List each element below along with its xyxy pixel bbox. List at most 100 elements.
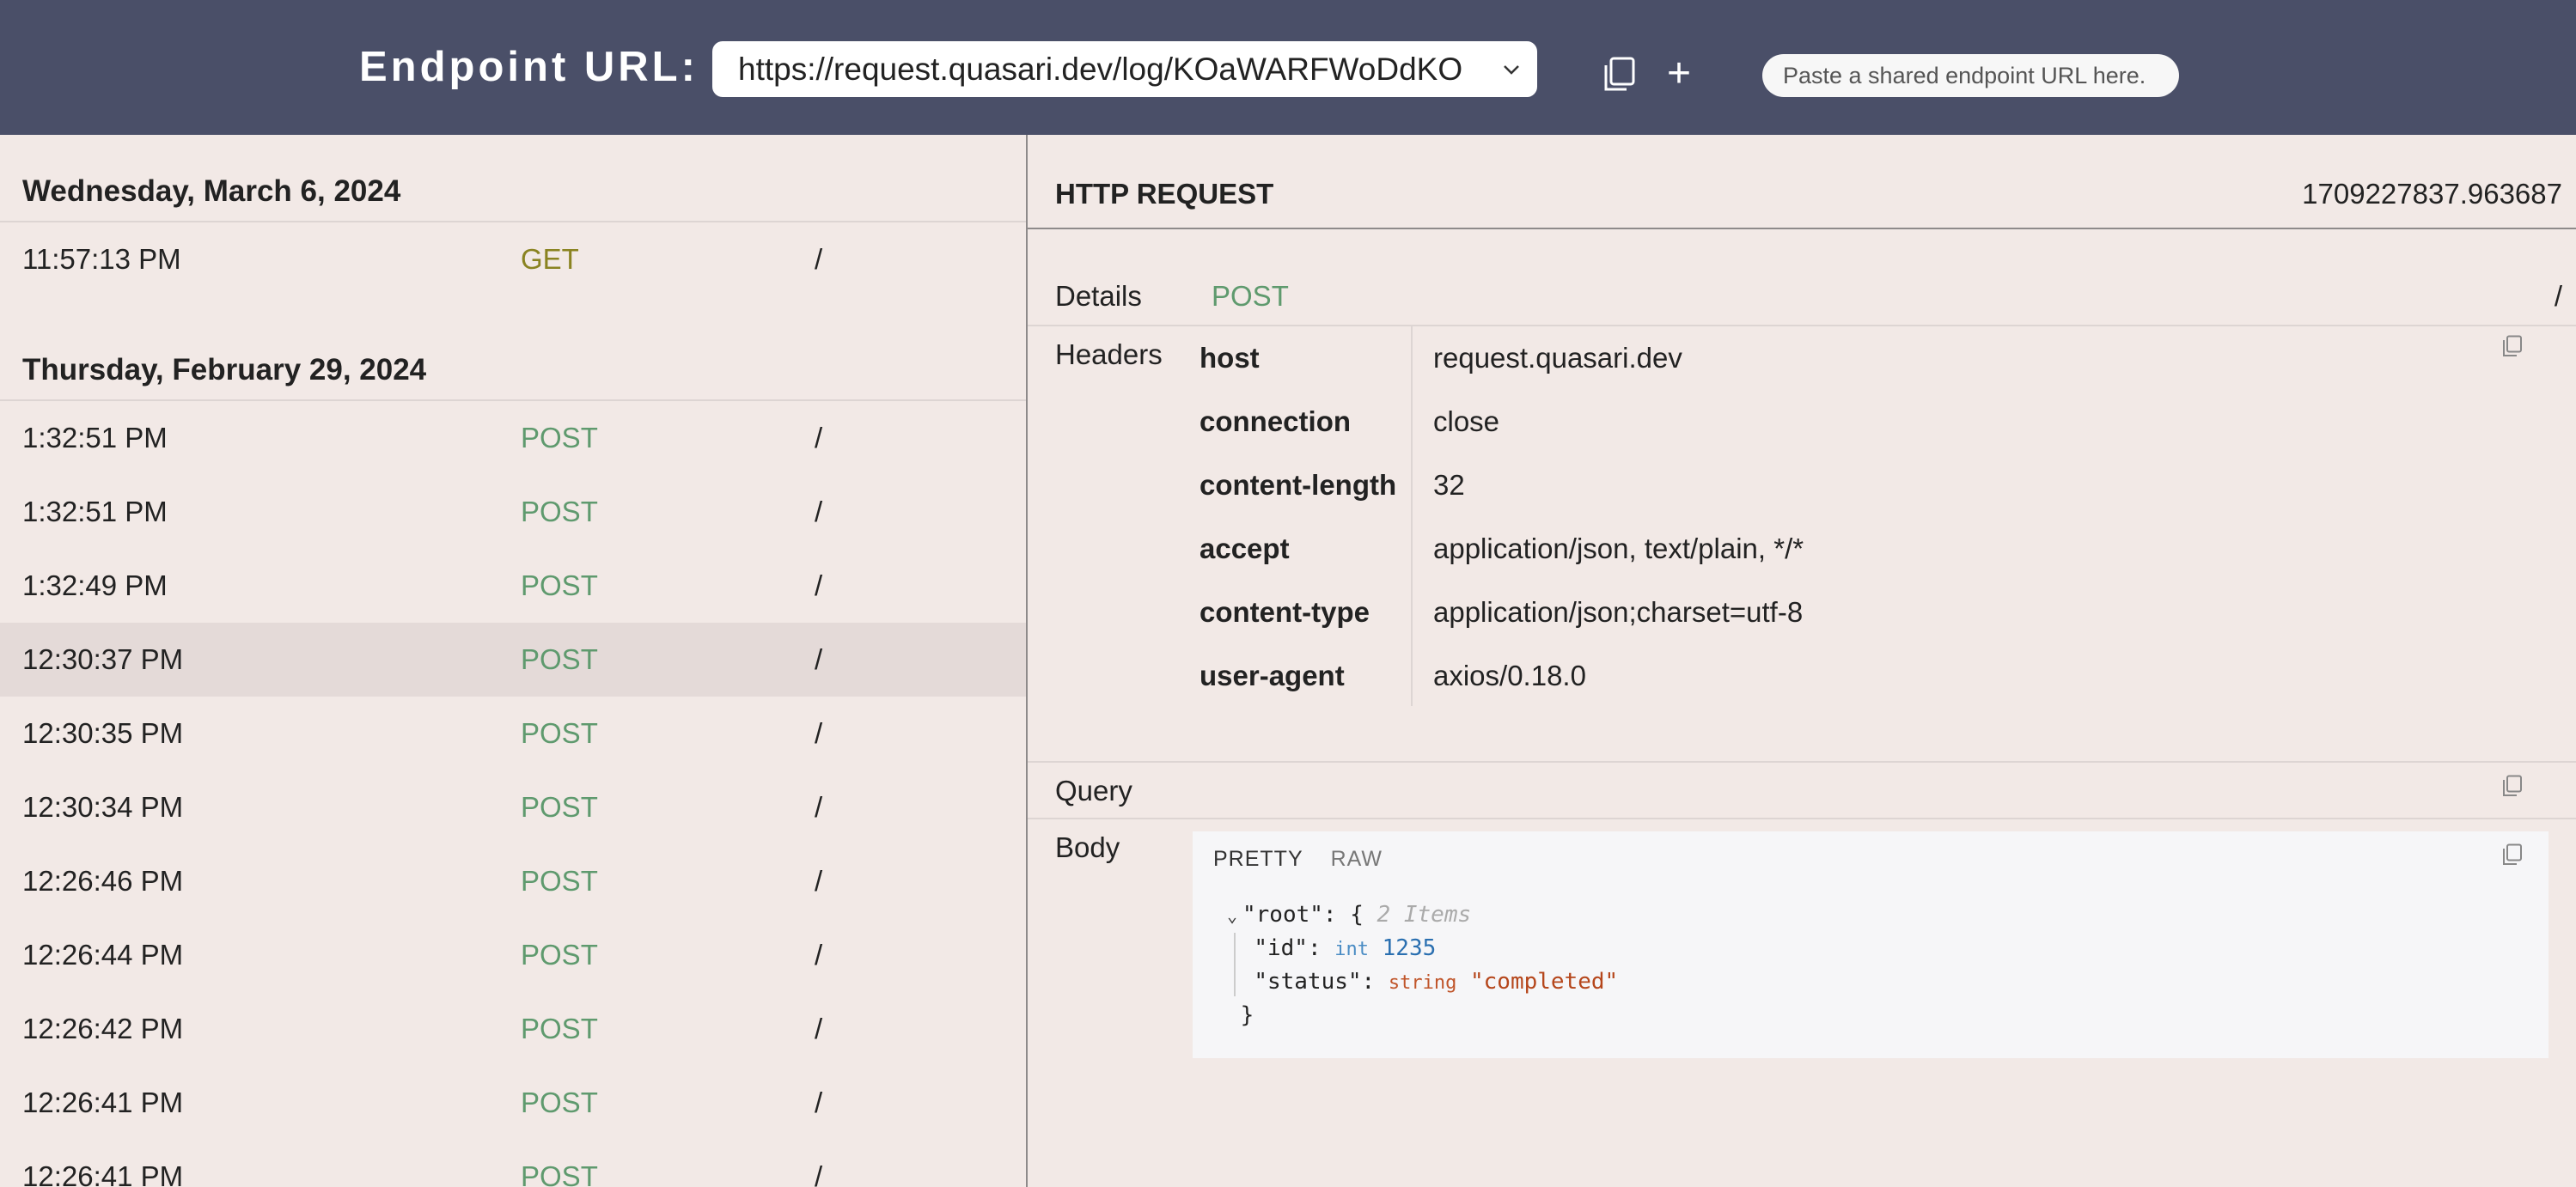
header-value: axios/0.18.0 <box>1433 660 1586 691</box>
headers-section: Headers host request.quasari.dev connectio… <box>1028 326 2576 763</box>
request-path: / <box>815 496 823 527</box>
request-time: 1:32:51 PM <box>22 496 168 527</box>
header-value: 32 <box>1433 469 1465 501</box>
request-detail: HTTP REQUEST 1709227837.963687 Details P… <box>1028 135 2576 1187</box>
copy-icon <box>2503 775 2522 796</box>
request-path: / <box>815 865 823 897</box>
header-row: accept application/json, text/plain, */* <box>1028 517 2488 581</box>
header-key: accept <box>1199 533 1290 564</box>
copy-icon <box>2503 843 2522 865</box>
request-path: / <box>815 643 823 675</box>
header-row: connection close <box>1028 390 2488 453</box>
body-tabs: PRETTY RAW <box>1213 847 1383 872</box>
request-row[interactable]: 12:30:37 PM POST / <box>0 623 1026 697</box>
top-bar: Endpoint URL: https://request.quasari.de… <box>0 0 2576 135</box>
chevron-down-icon <box>1499 58 1523 82</box>
request-row[interactable]: 11:57:13 PM GET / <box>0 222 1026 296</box>
request-time: 12:26:46 PM <box>22 865 184 897</box>
request-row[interactable]: 12:30:34 PM POST / <box>0 770 1026 844</box>
request-method: GET <box>521 243 579 275</box>
tab-raw[interactable]: RAW <box>1331 847 1383 872</box>
add-endpoint-button[interactable]: + <box>1664 53 1694 94</box>
copy-query-button[interactable] <box>2502 775 2523 797</box>
collapse-caret-icon[interactable]: ⌄ <box>1227 899 1242 933</box>
request-method: POST <box>521 1013 598 1044</box>
shared-url-input[interactable] <box>1762 54 2179 97</box>
detail-title: HTTP REQUEST <box>1055 178 1274 210</box>
copy-headers-button[interactable] <box>2502 335 2523 357</box>
request-time: 1:32:49 PM <box>22 569 168 601</box>
json-type: int <box>1334 939 1369 960</box>
request-time: 12:26:42 PM <box>22 1013 184 1044</box>
body-section: Body PRETTY RAW ⌄ "root": { 2 Items "id":… <box>1028 819 2576 1187</box>
request-path: / <box>815 1160 823 1187</box>
request-time: 11:57:13 PM <box>22 243 181 275</box>
date-group-label: Thursday, February 29, 2024 <box>22 353 427 387</box>
copy-body-button[interactable] <box>2502 843 2523 866</box>
tab-pretty[interactable]: PRETTY <box>1213 847 1303 872</box>
request-row[interactable]: 1:32:49 PM POST / <box>0 549 1026 623</box>
body-label: Body <box>1055 831 1120 863</box>
header-value: application/json, text/plain, */* <box>1433 533 1804 564</box>
json-close-line: } <box>1240 1002 1254 1028</box>
body-viewer: PRETTY RAW ⌄ "root": { 2 Items "id": int … <box>1193 831 2549 1058</box>
json-field-line: "status": string "completed" <box>1254 969 1619 995</box>
request-list: Wednesday, March 6, 2024 11:57:13 PM GET / T… <box>0 135 1026 1187</box>
json-key: "root" <box>1242 902 1323 928</box>
header-row: content-type application/json;charset=utf… <box>1028 581 2488 644</box>
request-row[interactable]: 1:32:51 PM POST / <box>0 475 1026 549</box>
request-time: 12:26:41 PM <box>22 1160 184 1187</box>
request-row[interactable]: 12:26:41 PM POST / <box>0 1140 1026 1187</box>
detail-header: HTTP REQUEST 1709227837.963687 <box>1028 135 2576 229</box>
request-time: 12:30:37 PM <box>22 643 184 675</box>
detail-method: POST <box>1212 280 1289 312</box>
request-row[interactable]: 12:26:42 PM POST / <box>0 992 1026 1066</box>
json-field-line: "id": int 1235 <box>1254 935 1437 961</box>
request-path: / <box>815 939 823 971</box>
request-method: POST <box>521 1087 598 1118</box>
query-section: Query <box>1028 763 2576 819</box>
request-time: 12:30:35 PM <box>22 717 184 749</box>
request-row[interactable]: 12:26:46 PM POST / <box>0 844 1026 918</box>
request-path: / <box>815 1087 823 1118</box>
json-root-line[interactable]: ⌄ "root": { 2 Items <box>1227 898 1618 932</box>
date-group-header: Wednesday, March 6, 2024 <box>0 135 1026 222</box>
request-time: 12:26:41 PM <box>22 1087 184 1118</box>
json-tree: ⌄ "root": { 2 Items "id": int 1235 "statu… <box>1227 898 1618 1032</box>
query-label: Query <box>1055 775 1132 807</box>
request-path: / <box>815 717 823 749</box>
json-value: "completed" <box>1470 969 1619 995</box>
json-item-count: 2 Items <box>1377 902 1472 928</box>
request-path: / <box>815 422 823 453</box>
header-key: content-type <box>1199 596 1370 628</box>
request-timestamp: 1709227837.963687 <box>2302 178 2562 210</box>
endpoint-url-value: https://request.quasari.dev/log/KOaWARFW… <box>738 51 1463 87</box>
request-row[interactable]: 12:26:41 PM POST / <box>0 1066 1026 1140</box>
header-key: user-agent <box>1199 660 1345 691</box>
request-time: 12:30:34 PM <box>22 791 184 823</box>
copy-url-button[interactable] <box>1602 57 1637 93</box>
request-row[interactable]: 12:26:44 PM POST / <box>0 918 1026 992</box>
header-key: content-length <box>1199 469 1397 501</box>
request-method: POST <box>521 791 598 823</box>
request-row[interactable]: 1:32:51 PM POST / <box>0 401 1026 475</box>
request-time: 1:32:51 PM <box>22 422 168 453</box>
request-method: POST <box>521 422 598 453</box>
request-method: POST <box>521 865 598 897</box>
header-value: application/json;charset=utf-8 <box>1433 596 1804 628</box>
json-type: string <box>1388 972 1457 994</box>
request-path: / <box>815 1013 823 1044</box>
details-label: Details <box>1055 280 1142 312</box>
request-method: POST <box>521 717 598 749</box>
json-value: 1235 <box>1382 935 1437 961</box>
request-path: / <box>815 243 823 275</box>
details-row: Details POST / <box>1028 266 2576 326</box>
endpoint-url-select[interactable]: https://request.quasari.dev/log/KOaWARFW… <box>712 41 1537 97</box>
detail-path: / <box>2554 280 2562 312</box>
request-time: 12:26:44 PM <box>22 939 184 971</box>
request-path: / <box>815 569 823 601</box>
request-row[interactable]: 12:30:35 PM POST / <box>0 697 1026 770</box>
header-value: request.quasari.dev <box>1433 342 1682 374</box>
header-key: host <box>1199 342 1260 374</box>
copy-icon <box>1604 57 1635 91</box>
